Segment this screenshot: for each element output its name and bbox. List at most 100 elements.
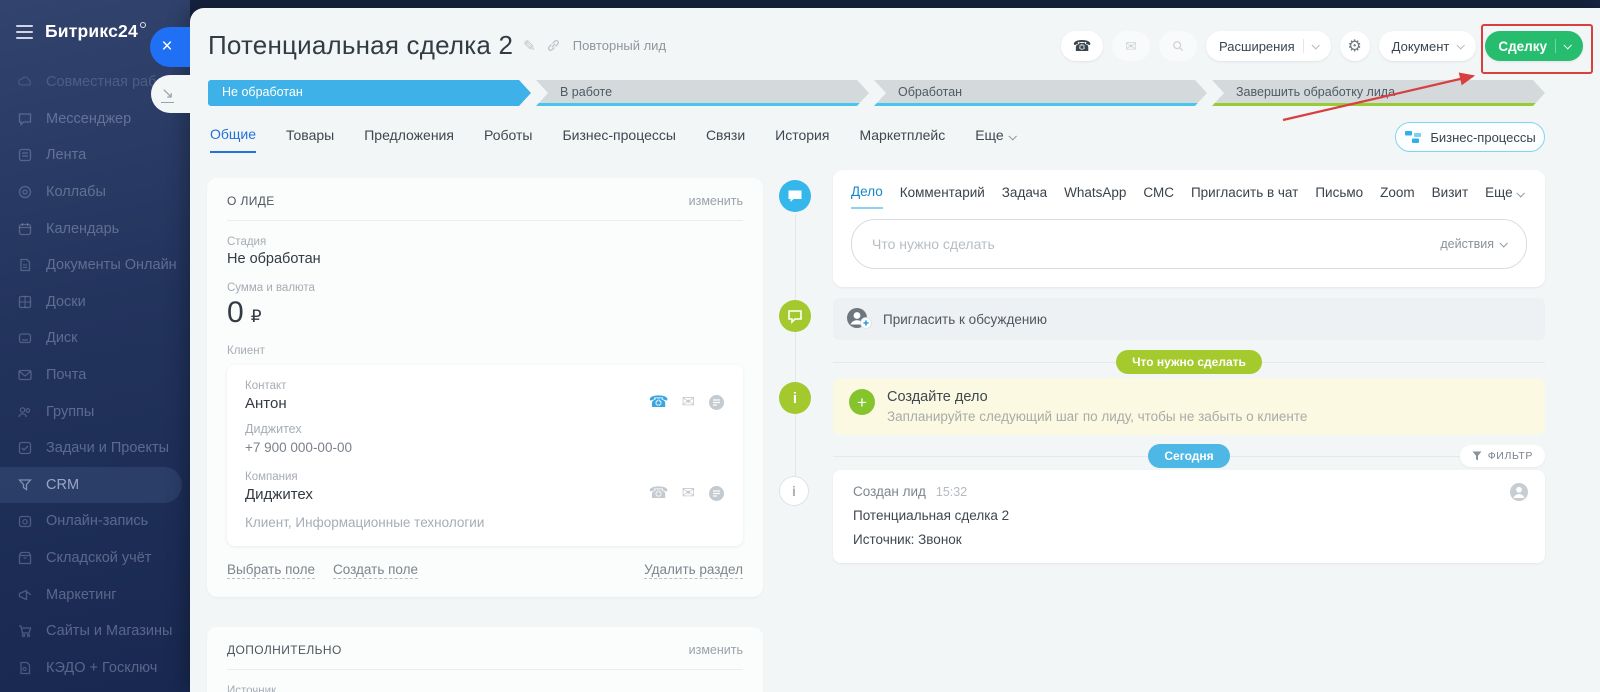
stage-finish[interactable]: Завершить обработку лида (1212, 80, 1545, 106)
sidebar-item-marketing[interactable]: Маркетинг (0, 576, 190, 613)
sidebar-item-tasks[interactable]: Задачи и Проекты (0, 430, 190, 467)
activity-tabs: Дело Комментарий Задача WhatsApp СМС При… (851, 184, 1527, 209)
contact-call-icon[interactable]: ☎ (649, 395, 669, 411)
document-button[interactable]: Документ (1379, 31, 1477, 61)
stage-field-label: Стадия (227, 236, 743, 248)
sum-value[interactable]: 0 (227, 296, 244, 330)
funnel-icon (1472, 451, 1482, 461)
company-mail-icon[interactable]: ✉ (682, 486, 695, 502)
contact-mail-icon[interactable]: ✉ (682, 395, 695, 411)
company-chat-icon[interactable] (708, 485, 725, 502)
company-call-icon[interactable]: ☎ (649, 486, 669, 502)
chevron-down-icon (1311, 41, 1319, 49)
event-line-1: Потенциальная сделка 2 (853, 508, 1525, 523)
event-title: Создан лид (853, 484, 926, 499)
source-field-label: Источник (227, 685, 743, 692)
page-title: Потенциальная сделка 2 (208, 30, 513, 61)
todo-input[interactable] (872, 236, 1440, 252)
tab-quotes[interactable]: Предложения (364, 127, 454, 152)
people-icon (17, 404, 33, 420)
activity-tab-whatsapp[interactable]: WhatsApp (1064, 185, 1126, 208)
sidebar-item-boards[interactable]: Доски (0, 284, 190, 321)
sidebar-item-disk[interactable]: Диск (0, 320, 190, 357)
box-icon (17, 550, 33, 566)
hint-info-icon: i (779, 382, 811, 414)
todo-pill-divider: Что нужно сделать (833, 350, 1545, 374)
contact-name[interactable]: Антон (245, 395, 287, 412)
activity-tab-visit[interactable]: Визит (1432, 185, 1468, 208)
add-activity-button[interactable]: + (849, 389, 875, 415)
sidebar-item-mail[interactable]: Почта (0, 357, 190, 394)
create-deal-button[interactable]: Сделку (1485, 31, 1583, 61)
activity-tab-letter[interactable]: Письмо (1315, 185, 1363, 208)
call-button[interactable]: ☎ (1061, 31, 1103, 61)
activity-tab-zoom[interactable]: Zoom (1380, 185, 1415, 208)
stage-in-progress[interactable]: В работе (536, 80, 869, 106)
sidebar-item-groups[interactable]: Группы (0, 393, 190, 430)
search-button[interactable] (1159, 31, 1197, 61)
sidebar-item-crm[interactable]: CRM (0, 467, 182, 504)
select-field-link[interactable]: Выбрать поле (227, 562, 315, 579)
create-activity-hint-card: + Создайте дело Запланируйте следующий ш… (833, 378, 1545, 435)
timeline-line (795, 214, 796, 484)
divider (227, 220, 743, 221)
sidebar-item-booking[interactable]: Онлайн-запись (0, 503, 190, 540)
extensions-button[interactable]: Расширения (1206, 31, 1331, 61)
activity-tab-comment[interactable]: Комментарий (900, 185, 985, 208)
add-person-icon (846, 307, 872, 331)
chevron-down-icon (1563, 41, 1571, 49)
tab-bizproc[interactable]: Бизнес-процессы (562, 127, 675, 152)
actions-dropdown[interactable]: действия (1440, 237, 1506, 251)
tab-marketplace[interactable]: Маркетплейс (859, 127, 945, 152)
delete-section-link[interactable]: Удалить раздел (644, 562, 743, 579)
activity-tab-task[interactable]: Задача (1002, 185, 1047, 208)
company-label: Компания (245, 471, 313, 483)
copy-link-icon[interactable] (546, 38, 561, 53)
document-icon (17, 257, 33, 273)
invite-discussion-row[interactable]: Пригласить к обсуждению (833, 298, 1545, 340)
contact-chat-icon[interactable] (708, 394, 725, 411)
activity-tab-sms[interactable]: СМС (1143, 185, 1174, 208)
activity-tab-deal[interactable]: Дело (851, 184, 883, 209)
activity-bubble-icon (779, 180, 811, 212)
lead-tabs: Общие Товары Предложения Роботы Бизнес-п… (210, 126, 1015, 153)
tab-history[interactable]: История (775, 127, 829, 152)
hint-title[interactable]: Создайте дело (887, 389, 1307, 405)
sidebar-item-sites[interactable]: Сайты и Магазины (0, 613, 190, 650)
tab-robots[interactable]: Роботы (484, 127, 532, 152)
create-field-link[interactable]: Создать поле (333, 562, 418, 579)
filter-button[interactable]: ФИЛЬТР (1460, 445, 1545, 467)
edit-title-icon[interactable]: ✎ (523, 37, 536, 55)
business-processes-button[interactable]: Бизнес-процессы (1395, 122, 1545, 152)
stage-processed[interactable]: Обработан (874, 80, 1207, 106)
stage-field-value[interactable]: Не обработан (227, 251, 743, 267)
tab-more[interactable]: Еще (975, 127, 1015, 152)
dock-icon: ↘ (161, 86, 174, 103)
dock-slider-button[interactable]: ↘ (151, 75, 190, 113)
edit-additional-link[interactable]: изменить (689, 643, 743, 657)
sidebar-item-calendar[interactable]: Календарь (0, 210, 190, 247)
edit-about-link[interactable]: изменить (689, 194, 743, 208)
activity-tab-invite-chat[interactable]: Пригласить в чат (1191, 185, 1298, 208)
lead-details-column: О ЛИДЕ изменить Стадия Не обработан Сумм… (207, 178, 763, 692)
tab-general[interactable]: Общие (210, 126, 256, 153)
calendar-icon (17, 221, 33, 237)
menu-burger-icon[interactable] (16, 25, 33, 39)
event-author-avatar[interactable] (1509, 482, 1529, 507)
activity-tab-more[interactable]: Еще (1485, 185, 1522, 208)
tab-products[interactable]: Товары (286, 127, 334, 152)
tab-links[interactable]: Связи (706, 127, 745, 152)
contact-phone-value[interactable]: +7 900 000-00-00 (245, 440, 725, 455)
company-name[interactable]: Диджитех (245, 486, 313, 503)
sidebar-item-documents[interactable]: Документы Онлайн (0, 247, 190, 284)
flowchart-icon (1404, 130, 1422, 144)
mail-button[interactable]: ✉ (1112, 31, 1150, 61)
sidebar-item-feed[interactable]: Лента (0, 137, 190, 174)
app-logo[interactable]: Битрикс24 (45, 21, 146, 42)
stage-not-processed[interactable]: Не обработан (208, 80, 531, 106)
sidebar-item-kedo[interactable]: КЭДО + Госключ (0, 650, 190, 687)
sidebar-item-collabs[interactable]: Коллабы (0, 174, 190, 211)
sidebar-item-warehouse[interactable]: Складской учёт (0, 540, 190, 577)
settings-button[interactable]: ⚙ (1340, 31, 1370, 61)
close-slider-button[interactable]: × (150, 27, 190, 67)
